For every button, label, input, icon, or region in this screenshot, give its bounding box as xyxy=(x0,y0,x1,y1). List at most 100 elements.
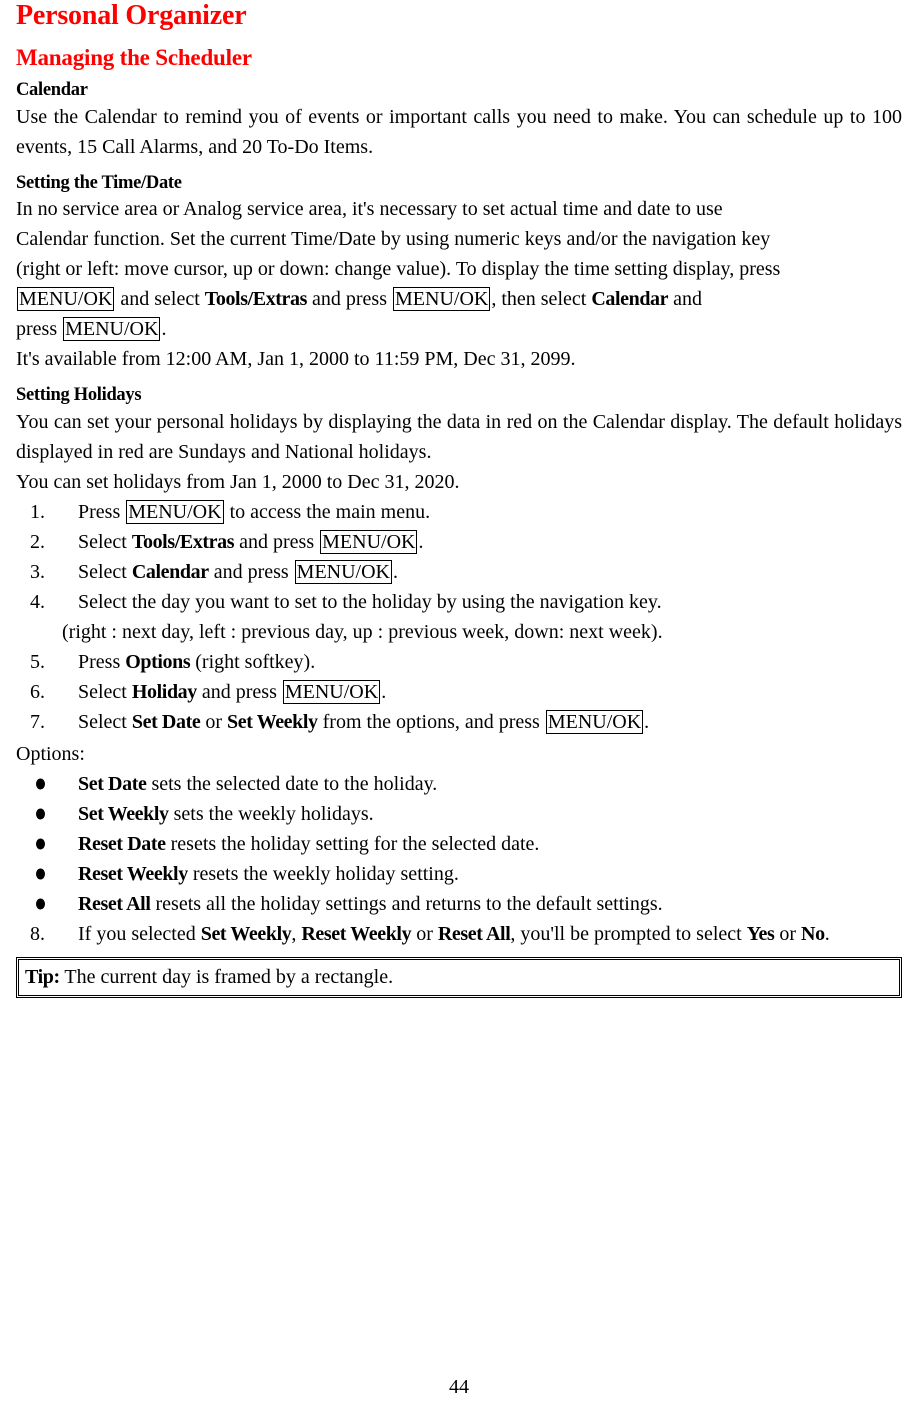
set-weekly-label: Set Weekly xyxy=(227,710,318,733)
option-name: Reset Date xyxy=(78,832,166,855)
list-item: 3. Select Calendar and press MENU/OK. xyxy=(16,557,902,587)
step-text-pre: If you selected xyxy=(78,922,201,945)
option-name: Set Date xyxy=(78,772,147,795)
list-item: Set Weekly sets the weekly holidays. xyxy=(16,799,902,829)
step-text-pre: Select xyxy=(78,680,132,703)
holiday-steps-list-continued: 5. Press Options (right softkey). 6. Sel… xyxy=(16,647,902,737)
bullet-icon xyxy=(36,778,45,789)
list-item: 2. Select Tools/Extras and press MENU/OK… xyxy=(16,527,902,557)
step-number: 5. xyxy=(30,650,45,673)
option-name: Reset Weekly xyxy=(78,862,188,885)
menu-ok-key[interactable]: MENU/OK xyxy=(294,559,393,584)
page-number: 44 xyxy=(449,1376,469,1398)
step-text-mid: and press xyxy=(196,680,282,703)
step-text-post: . xyxy=(418,530,424,553)
calendar-label: Calendar xyxy=(591,288,669,310)
calendar-intro-paragraph: Use the Calendar to remind you of events… xyxy=(16,105,902,158)
time-date-line-3: (right or left: move cursor, up or down:… xyxy=(16,258,781,280)
list-item: 4. Select the day you want to set to the… xyxy=(16,587,902,617)
time-date-line-2: Calendar function. Set the current Time/… xyxy=(16,228,771,250)
step-8-text: If you selected Set Weekly, Reset Weekly… xyxy=(78,919,902,949)
step-number: 1. xyxy=(30,500,45,523)
time-date-availability: It's available from 12:00 AM, Jan 1, 200… xyxy=(16,348,576,370)
yes-label: Yes xyxy=(746,922,775,945)
menu-ok-key[interactable]: MENU/OK xyxy=(393,287,491,311)
time-date-text-e: press xyxy=(16,318,63,340)
tools-extras-label: Tools/Extras xyxy=(204,288,308,310)
step-text-post: to access the main menu. xyxy=(224,500,431,523)
list-item: 1. Press MENU/OK to access the main menu… xyxy=(16,497,902,527)
menu-ok-key[interactable]: MENU/OK xyxy=(545,709,644,734)
step-number: 8. xyxy=(30,922,45,945)
menu-ok-key[interactable]: MENU/OK xyxy=(126,499,224,524)
time-date-text-d: and xyxy=(668,288,703,310)
step-text-pre: Select xyxy=(78,560,132,583)
bullet-icon xyxy=(36,808,45,819)
step-number: 7. xyxy=(30,710,45,733)
holiday-label: Holiday xyxy=(131,680,197,703)
list-item: Reset Date resets the holiday setting fo… xyxy=(16,829,902,859)
tools-extras-label: Tools/Extras xyxy=(131,530,235,553)
no-label: No xyxy=(801,922,825,945)
list-item: 7. Select Set Date or Set Weekly from th… xyxy=(16,707,902,737)
calendar-label: Calendar xyxy=(131,560,209,583)
step-text-pre: Press xyxy=(78,500,126,523)
time-date-text-c: , then select xyxy=(491,288,592,310)
list-item: 8. If you selected Set Weekly, Reset Wee… xyxy=(16,919,902,949)
step-text-pre: Select xyxy=(78,530,132,553)
option-name: Reset All xyxy=(78,892,151,915)
step-text-post: . xyxy=(644,710,650,733)
set-weekly-label: Set Weekly xyxy=(200,922,292,945)
reset-all-label: Reset All xyxy=(437,922,511,945)
step-text-post: . xyxy=(381,680,387,703)
time-date-text-a: and select xyxy=(115,288,205,310)
bullet-icon xyxy=(36,838,45,849)
step-text-pre: Select xyxy=(78,710,132,733)
step-text-post: (right softkey). xyxy=(190,650,316,673)
step-text-post: . xyxy=(393,560,399,583)
tip-label: Tip: xyxy=(25,965,60,988)
step-text-pre: Select the day you want to set to the ho… xyxy=(78,590,662,613)
subsection-heading-calendar: Calendar xyxy=(16,80,88,100)
step-text-pre: Press xyxy=(78,650,126,673)
menu-ok-key[interactable]: MENU/OK xyxy=(17,287,115,311)
step-number: 2. xyxy=(30,530,45,553)
option-name: Set Weekly xyxy=(78,802,169,825)
menu-ok-key[interactable]: MENU/OK xyxy=(282,679,381,704)
step-text-mid: and press xyxy=(208,560,294,583)
options-softkey-label: Options xyxy=(125,650,191,673)
list-item: Reset All resets all the holiday setting… xyxy=(16,889,902,919)
reset-weekly-label: Reset Weekly xyxy=(301,922,412,945)
step-text-mid-1: , xyxy=(291,922,302,945)
step-number: 4. xyxy=(30,590,45,613)
list-item: 5. Press Options (right softkey). xyxy=(16,647,902,677)
option-description: resets all the holiday settings and retu… xyxy=(150,892,663,915)
option-description: resets the weekly holiday setting. xyxy=(187,862,459,885)
holiday-options-list: Set Date sets the selected date to the h… xyxy=(16,769,902,919)
bullet-icon xyxy=(36,868,45,879)
menu-ok-key[interactable]: MENU/OK xyxy=(320,529,418,554)
holidays-paragraph-1: You can set your personal holidays by di… xyxy=(16,410,902,463)
step-text-post: . xyxy=(824,922,830,945)
step-number: 3. xyxy=(30,560,45,583)
holiday-steps-list: 1. Press MENU/OK to access the main menu… xyxy=(16,497,902,617)
time-date-line-4: MENU/OK and select Tools/Extras and pres… xyxy=(16,284,902,314)
step-text-mid-4: or xyxy=(774,922,802,945)
step-text-mid: or xyxy=(200,710,227,733)
time-date-line-1: In no service area or Analog service are… xyxy=(16,198,723,220)
step-text-mid-2: or xyxy=(411,922,438,945)
section-title: Managing the Scheduler xyxy=(16,45,252,70)
step-text-mid-3: , you'll be prompted to select xyxy=(510,922,747,945)
step-number: 6. xyxy=(30,680,45,703)
subsection-heading-holidays: Setting Holidays xyxy=(16,385,142,405)
option-description: resets the holiday setting for the selec… xyxy=(165,832,540,855)
step-text-mid-2: from the options, and press xyxy=(317,710,545,733)
tip-callout-box: Tip: The current day is framed by a rect… xyxy=(16,956,902,998)
options-label: Options: xyxy=(16,742,85,765)
option-description: sets the weekly holidays. xyxy=(168,802,374,825)
time-date-text-b: and press xyxy=(307,288,392,310)
list-item: Reset Weekly resets the weekly holiday s… xyxy=(16,859,902,889)
menu-ok-key[interactable]: MENU/OK xyxy=(63,317,161,341)
set-date-label: Set Date xyxy=(131,710,201,733)
tip-text: The current day is framed by a rectangle… xyxy=(59,965,394,988)
